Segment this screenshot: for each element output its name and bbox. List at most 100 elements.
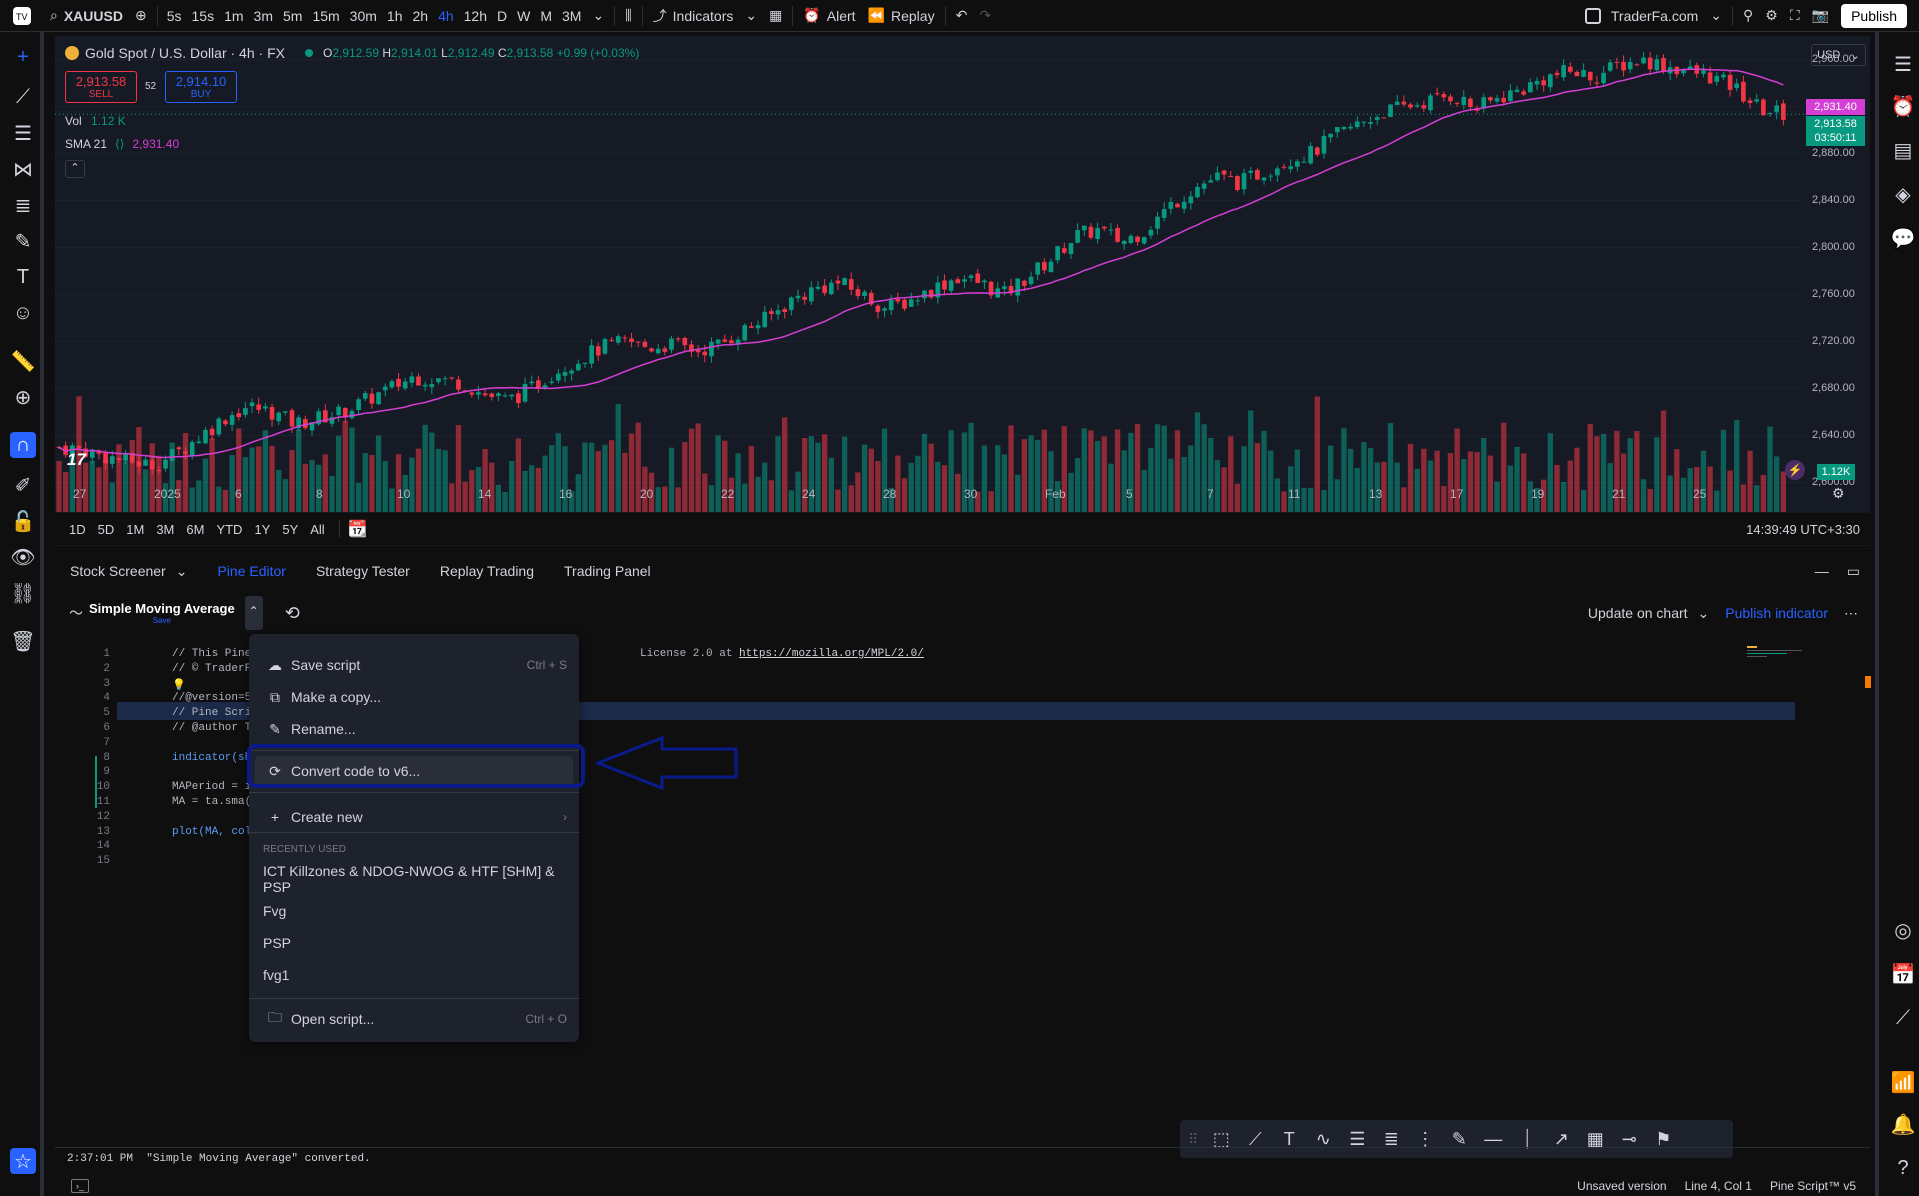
candle[interactable] [1488,97,1493,101]
pattern-tool[interactable]: ⋈ [10,156,36,182]
candle[interactable] [789,297,794,310]
candle[interactable] [183,451,188,454]
candle[interactable] [908,299,914,307]
candle[interactable] [1022,280,1027,286]
candle[interactable] [642,341,648,347]
candle[interactable] [389,381,395,388]
candle[interactable] [769,311,774,315]
script-title[interactable]: 〜 Simple Moving Average Save [55,601,235,625]
candle[interactable] [529,381,535,384]
candle[interactable] [1168,202,1174,209]
candle[interactable] [236,413,242,418]
candle[interactable] [1068,242,1074,255]
candle[interactable] [1534,80,1540,85]
range-YTD[interactable]: YTD [210,522,248,537]
candle[interactable] [156,470,162,472]
candle[interactable] [1781,103,1786,120]
candle[interactable] [336,406,341,416]
candle[interactable] [203,429,208,444]
candle[interactable] [1707,72,1713,84]
zoom-tool[interactable]: ⊕ [10,384,36,410]
candle[interactable] [1394,101,1400,106]
candle[interactable] [1428,95,1433,111]
candle[interactable] [975,273,981,283]
candle[interactable] [1108,229,1114,231]
candle[interactable] [283,411,288,413]
candle[interactable] [1501,97,1507,103]
candle[interactable] [249,402,255,407]
hide-tool[interactable]: 👁 [10,544,36,570]
candle[interactable] [1308,146,1313,164]
candle[interactable] [669,338,674,350]
tab-strategy-tester[interactable]: Strategy Tester [301,563,425,579]
tab-trading-panel[interactable]: Trading Panel [549,563,666,579]
candle[interactable] [1228,176,1234,178]
collapse-legend-button[interactable]: ⌃ [65,160,85,178]
candle[interactable] [1275,168,1280,176]
candle[interactable] [835,280,841,284]
recent-item[interactable]: fvg1 [249,960,579,990]
candle[interactable] [1607,62,1613,71]
candle[interactable] [808,287,814,302]
candle[interactable] [109,456,115,464]
candle[interactable] [1374,117,1380,120]
stream-button[interactable]: 📶 [1889,1068,1917,1096]
candle[interactable] [263,406,268,409]
brush-tool[interactable]: ✎ [10,228,36,254]
candle[interactable] [409,376,415,383]
candle[interactable] [422,384,428,387]
range-6M[interactable]: 6M [180,522,210,537]
candle[interactable] [1461,96,1467,105]
candle[interactable] [1508,90,1513,101]
candle[interactable] [575,363,581,371]
candle[interactable] [1314,147,1320,155]
symbol-title[interactable]: Gold Spot / U.S. Dollar · 4h · FX [85,45,285,61]
candle[interactable] [1574,71,1580,77]
range-1M[interactable]: 1M [120,522,150,537]
candle[interactable] [1241,173,1247,190]
candle[interactable] [1321,135,1327,154]
candle[interactable] [256,404,262,410]
candle[interactable] [948,280,954,291]
text-tool[interactable]: T [10,264,36,290]
help-button[interactable]: ? [1889,1154,1917,1182]
candle[interactable] [103,451,108,464]
publish-button[interactable]: Publish [1835,0,1913,32]
code-line[interactable]: 💡 [172,678,186,692]
candle[interactable] [1141,237,1147,244]
candle[interactable] [362,393,368,399]
candle[interactable] [1175,203,1180,208]
tradingview-watermark[interactable]: 17 [67,450,86,470]
timeframe-30m[interactable]: 30m [345,0,382,32]
quick-search-button[interactable]: ⚲ [1737,0,1759,32]
tradingview-logo[interactable]: TV [0,0,44,32]
candle[interactable] [163,459,168,469]
range-All[interactable]: All [304,522,330,537]
candle[interactable] [396,378,401,387]
emoji-tool[interactable]: ☺ [10,300,36,326]
candle[interactable] [855,289,861,296]
settings-button[interactable]: ⚙ [1759,0,1784,32]
timeframe-M[interactable]: M [535,0,557,32]
candle[interactable] [149,460,155,470]
maximize-panel-button[interactable]: ▭ [1847,563,1860,580]
candle[interactable] [1754,99,1760,102]
candle[interactable] [1161,209,1167,218]
candle[interactable] [915,300,921,302]
candle[interactable] [382,386,388,391]
candle[interactable] [1255,170,1260,180]
menu-open-script[interactable]: 🗀 Open script... Ctrl + O [249,1004,579,1034]
candle[interactable] [942,280,947,290]
candle[interactable] [1561,65,1566,78]
candle[interactable] [1135,236,1140,242]
candle[interactable] [143,459,148,466]
candle[interactable] [1454,102,1460,104]
chats-button[interactable]: 💬 [1889,224,1917,252]
screenshot-button[interactable]: 📷 [1806,0,1835,32]
calendar-button[interactable]: 📅 [1889,960,1917,988]
trendline-tool[interactable]: ⟋ [10,84,36,110]
candle[interactable] [1661,58,1666,72]
candle[interactable] [1414,105,1420,107]
candle[interactable] [1221,170,1227,175]
candle[interactable] [1408,104,1413,108]
